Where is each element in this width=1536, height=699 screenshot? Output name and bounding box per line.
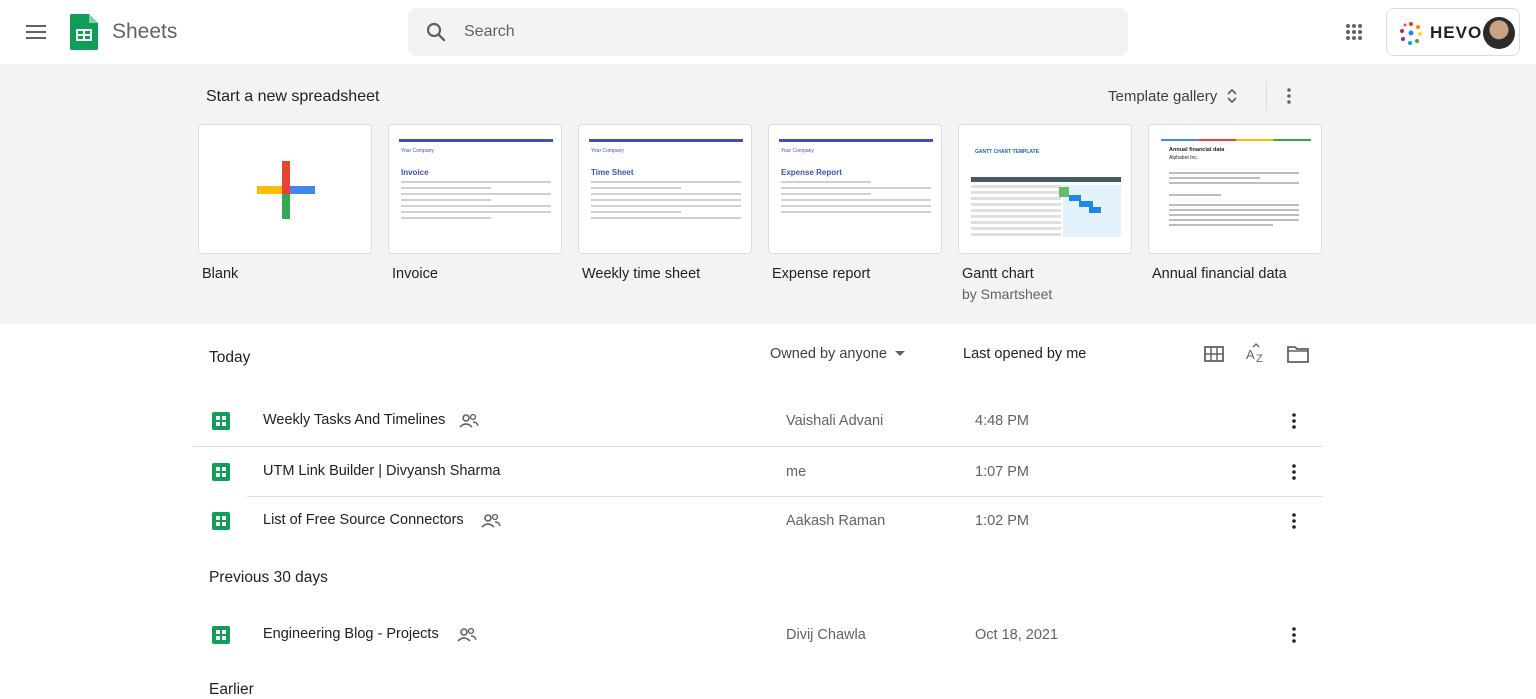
file-owner: Aakash Raman <box>786 513 886 529</box>
file-more-button[interactable] <box>1283 623 1305 647</box>
file-more-button[interactable] <box>1283 409 1305 433</box>
main-menu-button[interactable] <box>20 16 52 48</box>
file-row[interactable]: List of Free Source Connectors Aakash Ra… <box>193 496 1323 546</box>
more-vert-icon <box>1292 413 1296 429</box>
financial-preview-company: Alphabet Inc. <box>1169 155 1199 161</box>
shared-people-icon <box>459 413 479 428</box>
sheets-file-icon <box>212 512 230 530</box>
template-gallery-button[interactable]: Template gallery <box>1108 82 1239 110</box>
file-row[interactable]: Weekly Tasks And Timelines Vaishali Adva… <box>193 396 1323 446</box>
template-label: Annual financial data <box>1152 266 1287 282</box>
template-sublabel: by Smartsheet <box>962 286 1053 302</box>
file-row[interactable]: UTM Link Builder | Divyansh Sharma me 1:… <box>193 447 1323 497</box>
owner-filter-dropdown[interactable]: Owned by anyone <box>770 346 905 362</box>
unfold-icon <box>1227 88 1237 104</box>
file-date: 1:02 PM <box>975 513 1029 529</box>
template-label: Expense report <box>772 266 871 282</box>
file-more-button[interactable] <box>1283 460 1305 484</box>
section-title-earlier: Earlier <box>209 681 254 698</box>
sheets-file-icon <box>212 626 230 644</box>
template-label: Blank <box>202 266 239 282</box>
more-vert-icon <box>1287 88 1291 104</box>
more-vert-icon <box>1292 627 1296 643</box>
file-owner: Vaishali Advani <box>786 413 884 429</box>
app-name[interactable]: Sheets <box>112 20 177 44</box>
more-vert-icon <box>1292 464 1296 480</box>
template-label: Gantt chart <box>962 266 1034 282</box>
open-file-picker-button[interactable] <box>1286 342 1310 366</box>
template-section: Start a new spreadsheet Template gallery… <box>0 64 1536 324</box>
sheets-file-icon <box>212 463 230 481</box>
template-card-expense-report[interactable]: Your Company Expense Report Expense repo… <box>768 124 942 282</box>
template-thumbnail[interactable]: Your Company Invoice <box>388 124 562 254</box>
shared-people-icon <box>457 627 477 642</box>
financial-preview-title: Annual financial data <box>1169 147 1225 153</box>
top-bar: Sheets HEVO <box>0 0 1536 64</box>
template-thumbnail[interactable] <box>198 124 372 254</box>
template-card-gantt-chart[interactable]: GANTT CHART TEMPLATE Gantt chart by Smar… <box>958 124 1132 302</box>
template-card-annual-financial-data[interactable]: Annual financial data Alphabet Inc. Annu… <box>1148 124 1322 282</box>
template-section-heading: Start a new spreadsheet <box>206 88 380 105</box>
more-vert-icon <box>1292 513 1296 529</box>
template-label: Invoice <box>392 266 438 282</box>
file-row[interactable]: Engineering Blog - Projects Divij Chawla… <box>193 610 1323 660</box>
file-name[interactable]: UTM Link Builder | Divyansh Sharma <box>263 463 500 479</box>
file-owner: Divij Chawla <box>786 627 866 643</box>
hamburger-icon <box>26 25 46 39</box>
template-thumbnail[interactable]: Your Company Expense Report <box>768 124 942 254</box>
list-toolbar: Owned by anyone Last opened by me A Z <box>0 340 1536 370</box>
file-name[interactable]: Engineering Blog - Projects <box>263 626 439 642</box>
shared-people-icon <box>481 513 501 528</box>
sort-button[interactable]: Last opened by me <box>963 346 1086 362</box>
file-name[interactable]: Weekly Tasks And Timelines <box>263 412 445 428</box>
file-name[interactable]: List of Free Source Connectors <box>263 512 464 528</box>
file-date: Oct 18, 2021 <box>975 627 1059 643</box>
google-apps-icon[interactable] <box>1340 18 1368 46</box>
sheets-file-icon <box>212 412 230 430</box>
folder-icon <box>1287 346 1309 363</box>
gantt-preview-graphic <box>971 177 1121 237</box>
search-bar[interactable] <box>408 8 1128 56</box>
search-icon[interactable] <box>424 20 448 44</box>
sheets-logo-icon[interactable] <box>70 14 98 50</box>
section-title-previous-30-days: Previous 30 days <box>209 569 328 586</box>
template-thumbnail[interactable]: Your Company Time Sheet <box>578 124 752 254</box>
svg-text:A: A <box>1246 347 1255 362</box>
sort-az-icon: A Z <box>1246 343 1263 365</box>
avatar[interactable] <box>1483 17 1515 49</box>
template-more-button[interactable] <box>1278 82 1300 110</box>
file-more-button[interactable] <box>1283 509 1305 533</box>
multicolor-bar <box>1161 139 1311 141</box>
time-sheet-preview: Your Company Time Sheet <box>589 139 743 219</box>
file-date: 1:07 PM <box>975 464 1029 480</box>
colorful-plus-icon <box>257 161 315 219</box>
grid-view-icon <box>1204 346 1224 362</box>
account-switcher[interactable]: HEVO <box>1386 8 1520 56</box>
template-card-invoice[interactable]: Your Company Invoice Invoice <box>388 124 562 282</box>
template-label: Weekly time sheet <box>582 266 701 282</box>
dropdown-arrow-icon <box>894 351 905 356</box>
file-owner: me <box>786 464 807 480</box>
sort-options-button[interactable]: A Z <box>1244 342 1268 366</box>
svg-text:Z: Z <box>1256 353 1263 365</box>
file-date: 4:48 PM <box>975 413 1029 429</box>
template-card-time-sheet[interactable]: Your Company Time Sheet Weekly time shee… <box>578 124 752 282</box>
gantt-preview-title: GANTT CHART TEMPLATE <box>975 149 1040 155</box>
financial-preview-lines <box>1169 169 1299 226</box>
hevo-logo-icon <box>1400 22 1422 45</box>
template-card-blank[interactable]: Blank <box>198 124 372 282</box>
search-input[interactable] <box>464 8 1104 56</box>
template-thumbnail[interactable]: Annual financial data Alphabet Inc. <box>1148 124 1322 254</box>
grid-view-button[interactable] <box>1202 342 1226 366</box>
invoice-preview: Your Company Invoice <box>399 139 553 219</box>
account-brand-label: HEVO <box>1430 23 1483 42</box>
expense-report-preview: Your Company Expense Report <box>779 139 933 213</box>
template-gallery-label: Template gallery <box>1108 87 1218 105</box>
template-thumbnail[interactable]: GANTT CHART TEMPLATE <box>958 124 1132 254</box>
toolbar-divider <box>1266 82 1267 110</box>
owner-filter-label: Owned by anyone <box>770 346 887 362</box>
